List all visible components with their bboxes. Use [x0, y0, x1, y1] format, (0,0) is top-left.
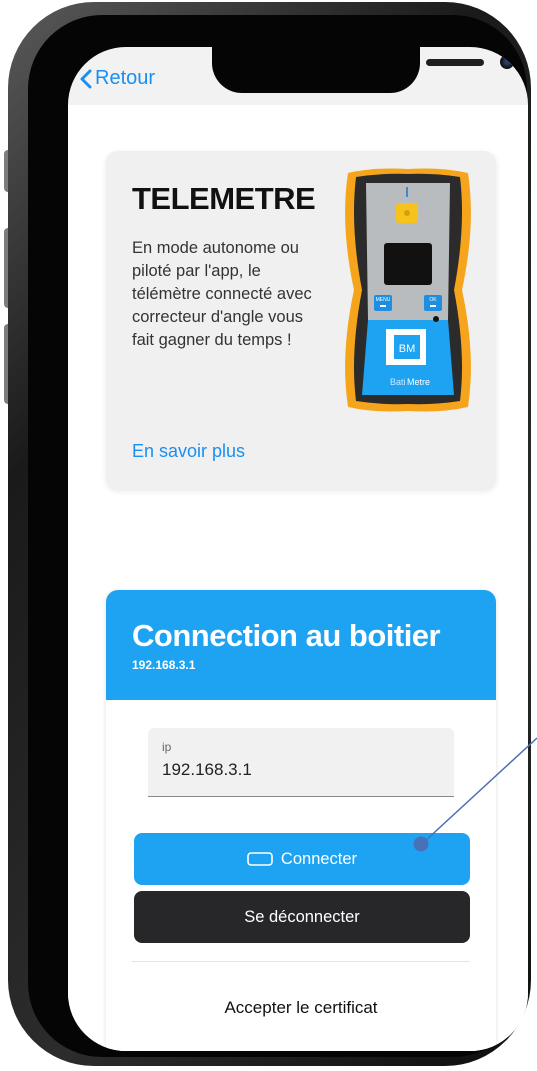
- annotation-dot: [413, 836, 429, 852]
- annotation-pointer: [413, 737, 537, 852]
